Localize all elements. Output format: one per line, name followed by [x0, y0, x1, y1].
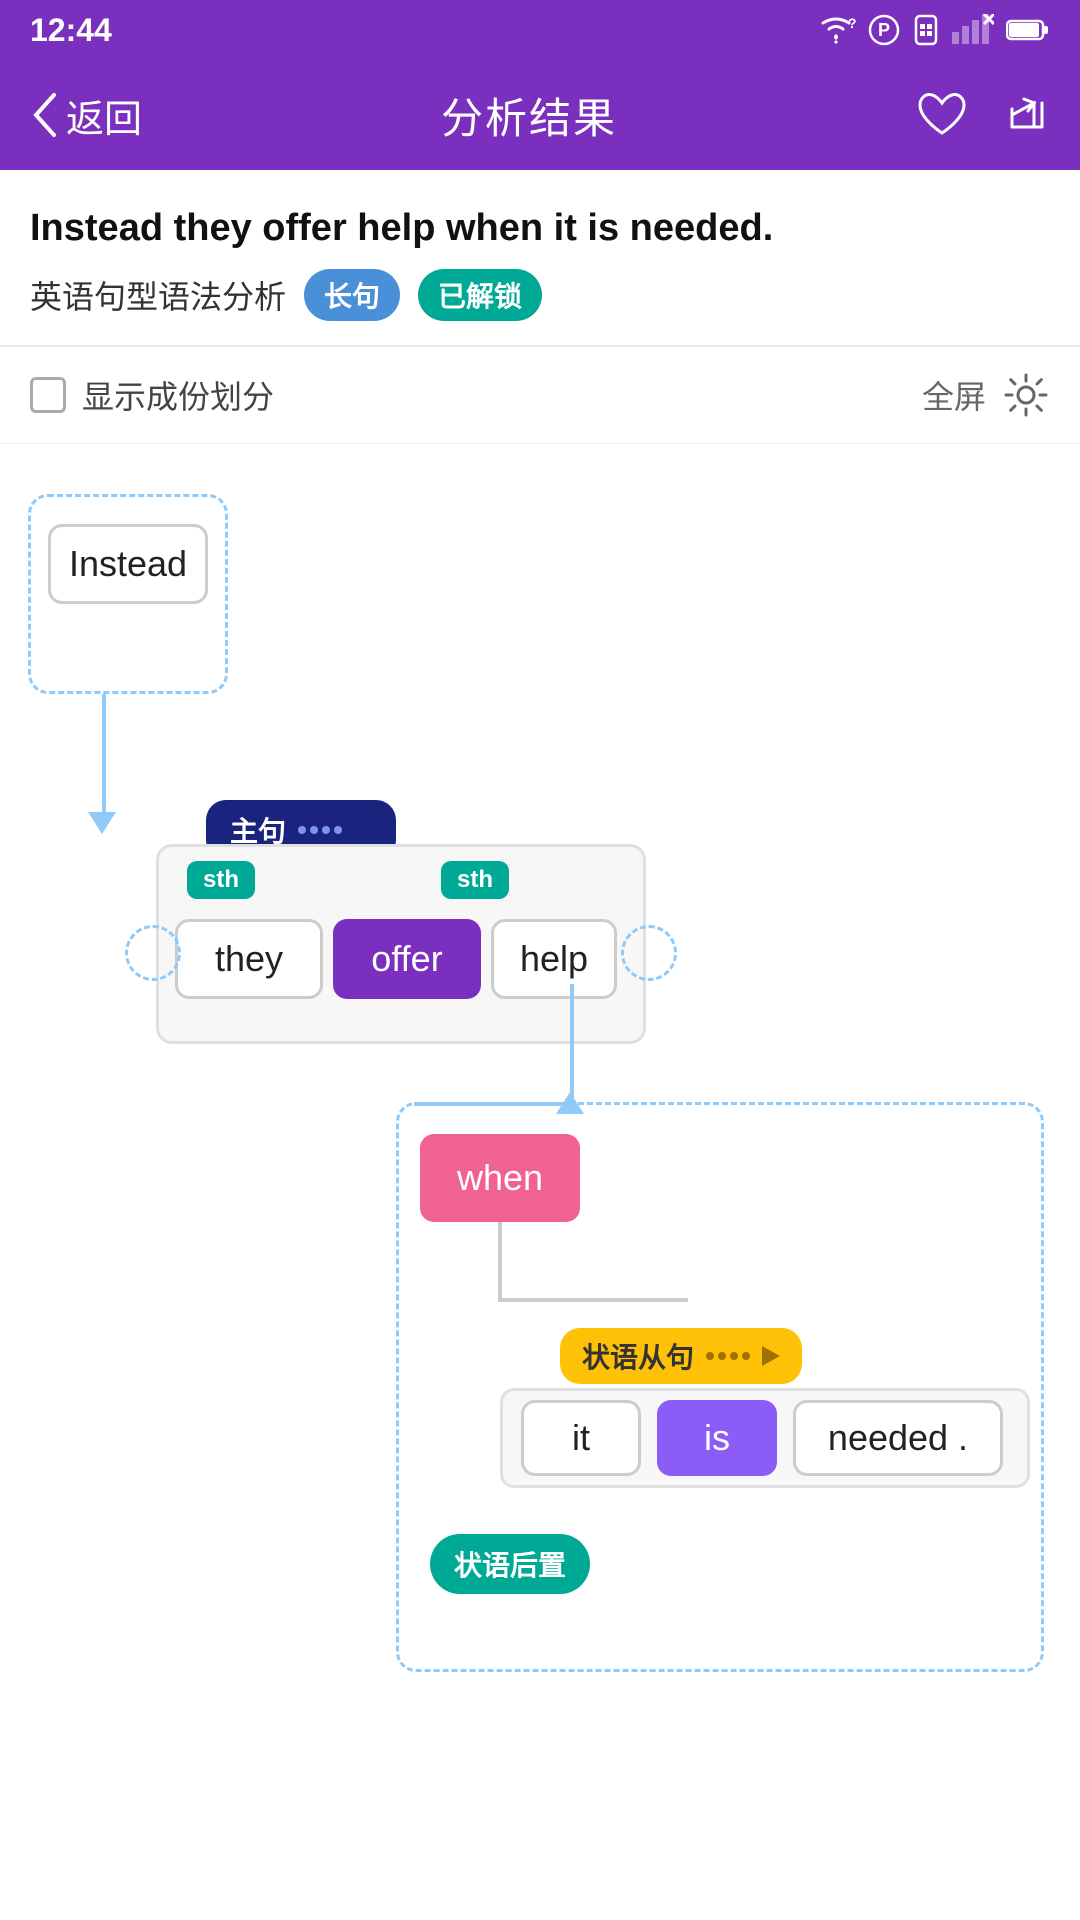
- arrow-down-1: [88, 812, 116, 834]
- svg-text:P: P: [878, 20, 890, 40]
- battery-icon: [1006, 17, 1050, 43]
- badge-long: 长句: [304, 269, 400, 321]
- back-button[interactable]: 返回: [30, 88, 142, 143]
- is-word-box[interactable]: is: [657, 1400, 777, 1476]
- connector-v3: [498, 1222, 502, 1302]
- badge-unlocked: 已解锁: [418, 269, 542, 321]
- heart-icon[interactable]: [916, 89, 968, 141]
- toolbar-title: 分析结果: [441, 85, 617, 146]
- time: 12:44: [30, 12, 112, 49]
- help-word-box[interactable]: help: [491, 919, 617, 999]
- needed-word-box[interactable]: needed .: [793, 1400, 1003, 1476]
- wifi-question-icon: ?: [816, 14, 856, 46]
- toolbar-actions: [916, 89, 1050, 141]
- fullscreen-controls: 全屏: [922, 371, 1050, 419]
- sentence-meta: 英语句型语法分析 长句 已解锁: [30, 269, 1050, 321]
- sentence-text: Instead they offer help when it is neede…: [30, 202, 1050, 255]
- connector-v2: [570, 984, 574, 1104]
- svg-text:?: ?: [848, 15, 856, 31]
- offer-word-box[interactable]: offer: [333, 919, 481, 999]
- sth-label-1: sth: [187, 861, 255, 899]
- back-label: 返回: [66, 88, 142, 143]
- status-icons: ? P: [816, 14, 1050, 46]
- it-word-box[interactable]: it: [521, 1400, 641, 1476]
- signal-icon: [952, 14, 994, 46]
- connector-h2: [498, 1298, 688, 1302]
- they-word-box[interactable]: they: [175, 919, 323, 999]
- meta-label: 英语句型语法分析: [30, 272, 286, 318]
- status-bar: 12:44 ? P: [0, 0, 1080, 60]
- adv-postposition-badge: 状语后置: [430, 1534, 590, 1594]
- gear-icon[interactable]: [1002, 371, 1050, 419]
- adv-clause-label: 状语从句: [560, 1328, 802, 1384]
- sentence-header: Instead they offer help when it is neede…: [0, 170, 1080, 347]
- sth-label-2: sth: [441, 861, 509, 899]
- when-word-box[interactable]: when: [420, 1134, 580, 1222]
- sim-icon: [912, 14, 940, 46]
- connector-v1: [102, 694, 106, 814]
- checkbox-label[interactable]: 显示成份划分: [30, 372, 274, 418]
- parking-icon: P: [868, 14, 900, 46]
- diagram-area: Instead 主句 sth sth they offer: [0, 444, 1080, 1844]
- show-division-label: 显示成份划分: [82, 372, 274, 418]
- dashed-circle-right: [621, 925, 677, 981]
- sub-clause-words-container: it is needed .: [500, 1388, 1030, 1488]
- instead-word-box[interactable]: Instead: [48, 524, 208, 604]
- toolbar: 返回 分析结果: [0, 60, 1080, 170]
- dashed-circle-left: [125, 925, 181, 981]
- share-icon[interactable]: [998, 89, 1050, 141]
- fullscreen-label[interactable]: 全屏: [922, 372, 986, 418]
- controls-row: 显示成份划分 全屏: [0, 347, 1080, 444]
- show-division-checkbox[interactable]: [30, 377, 66, 413]
